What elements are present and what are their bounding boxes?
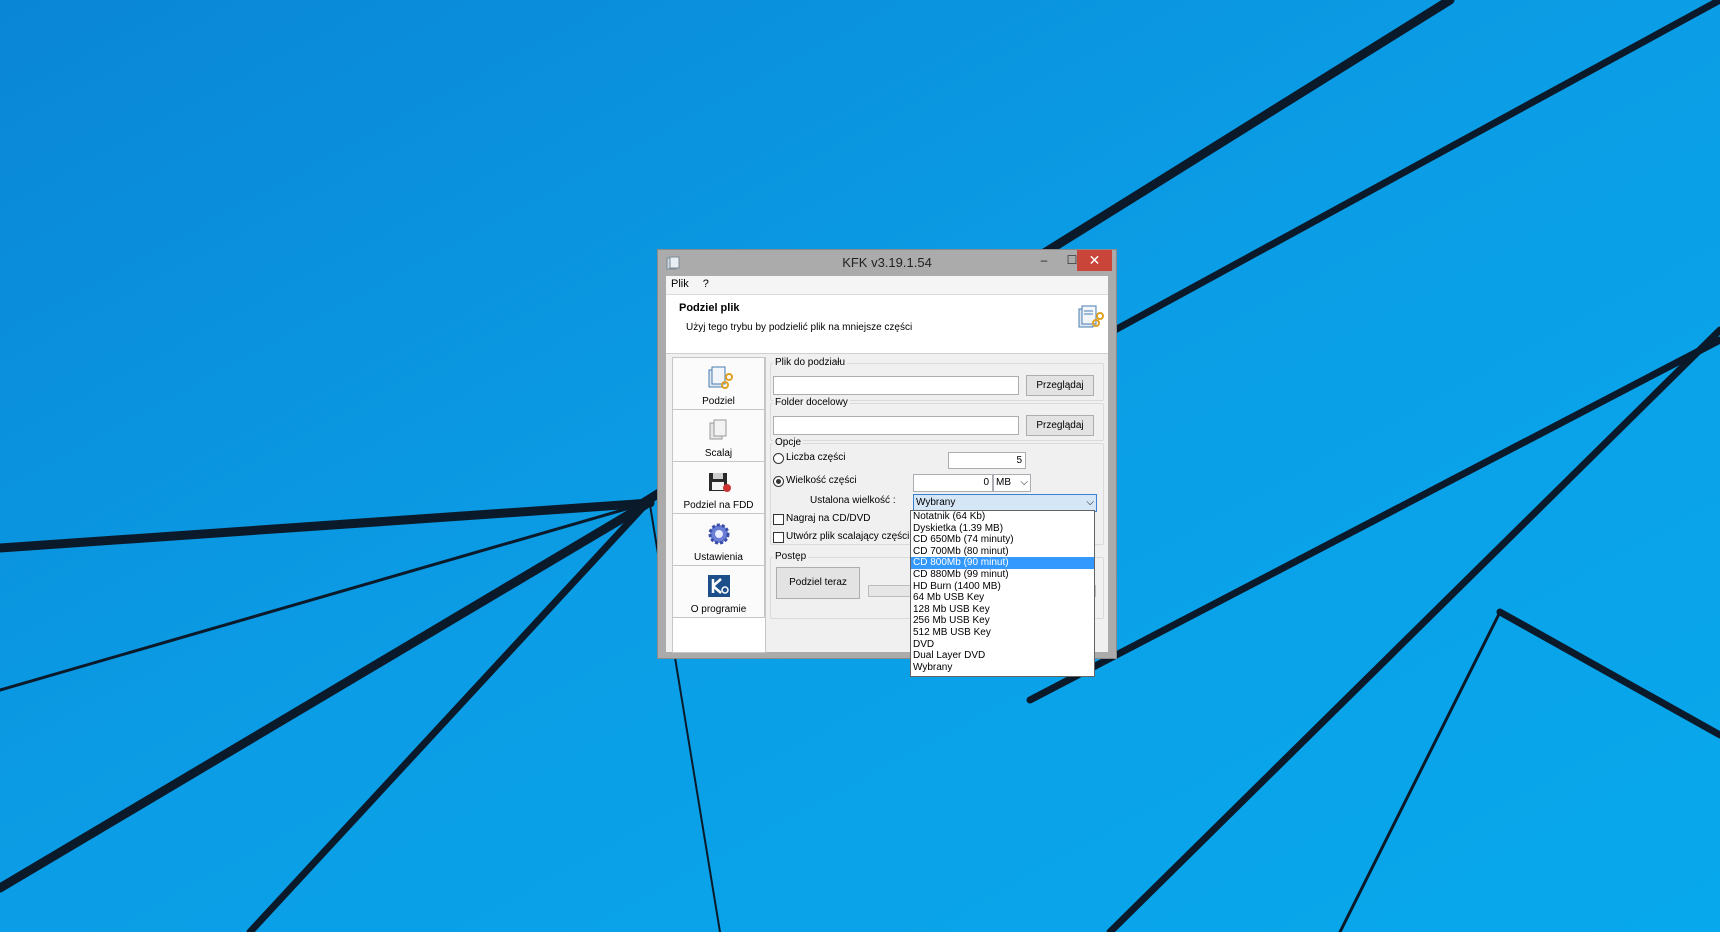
minimize-button[interactable]: – xyxy=(1030,250,1058,271)
dropdown-option[interactable]: 256 Mb USB Key xyxy=(911,615,1094,627)
close-button[interactable]: ✕ xyxy=(1077,250,1112,271)
nav-item-scalaj[interactable]: Scalaj xyxy=(673,410,765,462)
nav-item-o-programie[interactable]: O programie xyxy=(673,566,765,618)
options-group-label: Opcje xyxy=(773,437,804,448)
about-icon xyxy=(708,575,730,597)
nav-item-label: Scalaj xyxy=(704,448,733,459)
preset-label: Ustalona wielkość : xyxy=(810,495,896,506)
menu-plik[interactable]: Plik xyxy=(666,276,695,290)
parts-count-radio[interactable] xyxy=(773,453,784,464)
part-size-radio[interactable] xyxy=(773,476,784,487)
dropdown-option[interactable]: CD 700Mb (80 minut) xyxy=(911,546,1094,558)
burn-label: Nagraj na CD/DVD xyxy=(786,513,871,524)
create-merger-checkbox[interactable] xyxy=(773,532,784,543)
file-group-label: Plik do podziału xyxy=(773,357,848,368)
file-input[interactable] xyxy=(773,376,1019,395)
split-now-button[interactable]: Podziel teraz xyxy=(776,567,860,599)
dropdown-option[interactable]: Dyskietka (1.39 MB) xyxy=(911,523,1094,535)
merge-icon xyxy=(709,419,727,440)
nav-item-label: Podziel na FDD xyxy=(683,500,754,511)
dropdown-option[interactable]: HD Burn (1400 MB) xyxy=(911,581,1094,593)
dropdown-option[interactable]: Wybrany xyxy=(911,662,1094,674)
folder-input[interactable] xyxy=(773,416,1019,435)
mode-title: Podziel plik xyxy=(679,302,740,314)
nav-panel: Podziel Scalaj Podziel na FDD Ustawienia… xyxy=(672,357,766,653)
preset-dropdown-list[interactable]: Notatnik (64 Kb) Dyskietka (1.39 MB) CD 65… xyxy=(910,510,1095,677)
dropdown-option[interactable]: 64 Mb USB Key xyxy=(911,592,1094,604)
menu-bar: Plik ? xyxy=(666,276,1108,295)
floppy-icon xyxy=(709,473,731,492)
split-icon xyxy=(1078,305,1104,328)
folder-group-label: Folder docelowy xyxy=(773,397,850,408)
mode-header: Podziel plik Użyj tego trybu by podzieli… xyxy=(666,295,1108,354)
dropdown-option[interactable]: DVD xyxy=(911,639,1094,651)
dropdown-option[interactable]: CD 880Mb (99 minut) xyxy=(911,569,1094,581)
browse-folder-button[interactable]: Przeglądaj xyxy=(1026,415,1094,436)
dropdown-option[interactable]: CD 650Mb (74 minuty) xyxy=(911,534,1094,546)
unit-select[interactable]: MB ⌵ xyxy=(993,474,1031,492)
nav-item-label: Ustawienia xyxy=(694,552,743,563)
part-size-input[interactable]: 0 xyxy=(913,474,993,492)
progress-group-label: Postęp xyxy=(773,551,809,562)
burn-checkbox[interactable] xyxy=(773,514,784,525)
dropdown-option[interactable]: 512 MB USB Key xyxy=(911,627,1094,639)
dropdown-option[interactable]: 128 Mb USB Key xyxy=(911,604,1094,616)
unit-select-value: MB xyxy=(996,477,1011,488)
browse-file-button[interactable]: Przeglądaj xyxy=(1026,375,1094,396)
parts-count-input[interactable]: 5 xyxy=(948,452,1026,469)
create-merger-label: Utwórz plik scalający części xyxy=(786,531,910,542)
chevron-down-icon: ⌵ xyxy=(1020,477,1028,488)
menu-help[interactable]: ? xyxy=(698,276,715,290)
preset-select-value: Wybrany xyxy=(916,497,956,508)
chevron-down-icon: ⌵ xyxy=(1086,497,1094,508)
gear-icon xyxy=(708,523,730,545)
title-bar[interactable]: KFK v3.19.1.54 – ☐ ✕ xyxy=(658,250,1116,276)
dropdown-option[interactable]: CD 800Mb (90 minut) xyxy=(911,557,1094,569)
nav-item-label: O programie xyxy=(690,604,747,615)
nav-item-ustawienia[interactable]: Ustawienia xyxy=(673,514,765,566)
dropdown-option[interactable]: Notatnik (64 Kb) xyxy=(911,511,1094,523)
parts-count-label: Liczba części xyxy=(786,452,846,463)
dropdown-option[interactable]: Dual Layer DVD xyxy=(911,650,1094,662)
nav-item-label: Podziel xyxy=(702,396,735,407)
part-size-label: Wielkość części xyxy=(786,475,857,486)
mode-description: Użyj tego trybu by podzielić plik na mni… xyxy=(686,322,913,333)
nav-item-podziel[interactable]: Podziel xyxy=(673,358,765,410)
nav-item-fdd[interactable]: Podziel na FDD xyxy=(673,462,765,514)
split-icon xyxy=(708,366,733,389)
